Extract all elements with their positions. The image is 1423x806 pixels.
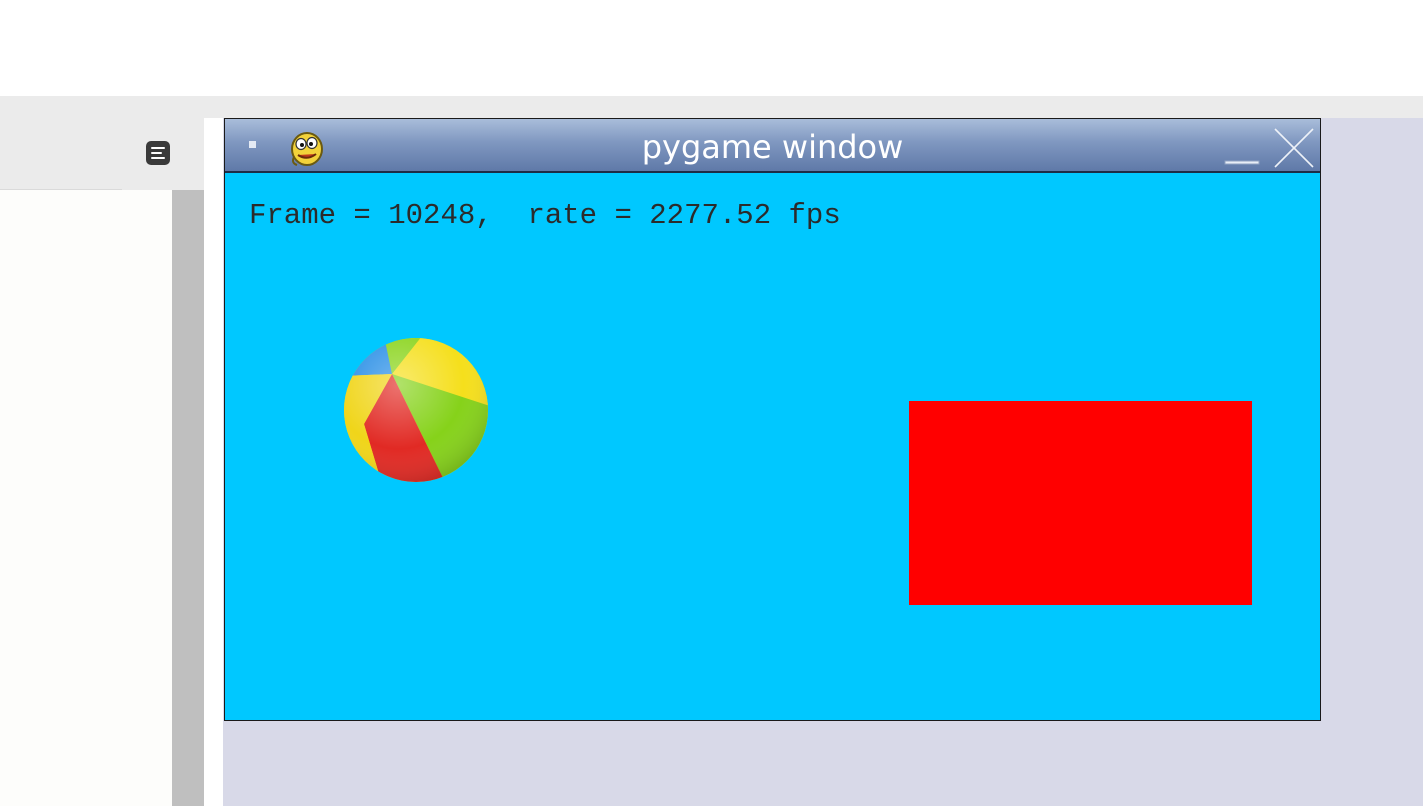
window-title: pygame window bbox=[641, 128, 904, 166]
outline-list-icon[interactable] bbox=[146, 141, 170, 165]
top-strip bbox=[0, 96, 1423, 118]
frame-label: Frame = bbox=[249, 199, 389, 232]
left-panel-content bbox=[0, 190, 172, 806]
left-panel-scrollbar[interactable] bbox=[172, 190, 204, 806]
top-blank-area bbox=[0, 0, 1423, 96]
rate-value: 2277.52 bbox=[649, 199, 772, 232]
game-canvas[interactable]: Frame = 10248, rate = 2277.52 fps bbox=[225, 173, 1320, 720]
pygame-window: pygame window Frame = 10248, rate = 2277… bbox=[224, 118, 1321, 721]
window-titlebar[interactable]: pygame window bbox=[225, 119, 1320, 173]
close-icon[interactable] bbox=[1272, 127, 1316, 169]
frame-value: 10248 bbox=[388, 199, 476, 232]
frame-rate-readout: Frame = 10248, rate = 2277.52 fps bbox=[249, 199, 841, 233]
minimize-icon[interactable] bbox=[1224, 149, 1260, 169]
beach-ball-sprite bbox=[344, 338, 488, 482]
red-rectangle bbox=[909, 401, 1252, 605]
rate-unit: fps bbox=[771, 199, 841, 232]
rate-label: , rate = bbox=[475, 199, 650, 232]
left-panel-toolbar bbox=[0, 118, 204, 190]
panel-gap bbox=[204, 118, 223, 806]
